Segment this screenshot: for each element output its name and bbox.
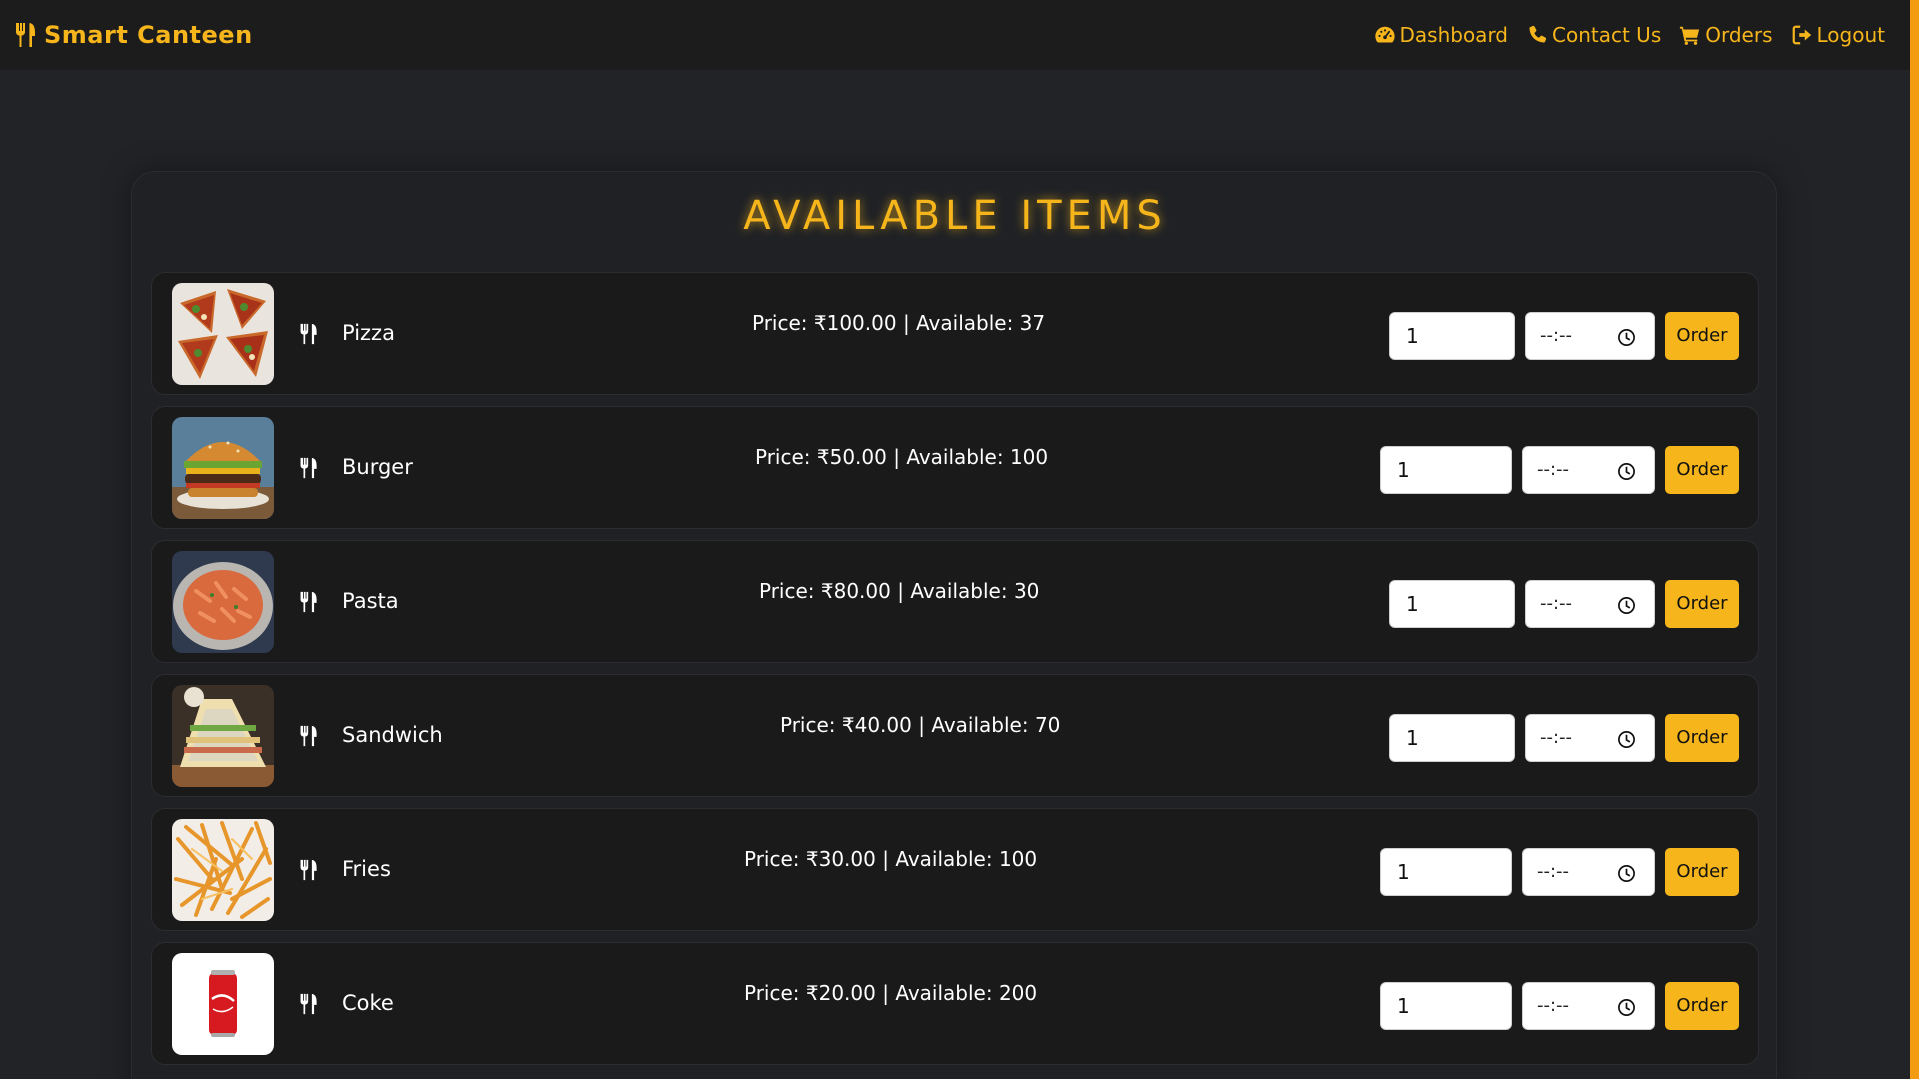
fries-image [172, 819, 274, 921]
clock-icon[interactable] [1617, 730, 1636, 749]
navbar: Smart Canteen Dashboard Contact Us Order… [0, 0, 1910, 70]
brand[interactable]: Smart Canteen [14, 21, 253, 49]
gauge-icon [1374, 26, 1395, 43]
list-item: Sandwich Price: ₹40.00 | Available: 70 1… [151, 674, 1759, 797]
order-button[interactable]: Order [1665, 312, 1739, 360]
sandwich-image [172, 685, 274, 787]
clock-icon[interactable] [1617, 462, 1636, 481]
pickup-time-input[interactable]: --:-- [1522, 982, 1655, 1030]
phone-icon [1529, 25, 1547, 43]
page-title: AVAILABLE ITEMS [743, 193, 1167, 239]
item-price-availability: Price: ₹50.00 | Available: 100 [755, 445, 1049, 469]
clock-icon[interactable] [1617, 596, 1636, 615]
utensils-icon [300, 993, 317, 1015]
order-button[interactable]: Order [1665, 848, 1739, 896]
utensils-icon [16, 23, 35, 47]
time-placeholder: --:-- [1537, 995, 1570, 1016]
pickup-time-input[interactable]: --:-- [1525, 580, 1655, 628]
clock-icon[interactable] [1617, 864, 1636, 883]
pickup-time-input[interactable]: --:-- [1525, 312, 1655, 360]
cart-icon [1680, 26, 1700, 45]
order-button[interactable]: Order [1665, 446, 1739, 494]
nav-orders-label: Orders [1705, 23, 1773, 47]
nav-dashboard[interactable]: Dashboard [1374, 23, 1509, 47]
scrollbar[interactable] [1910, 0, 1919, 1079]
item-price-availability: Price: ₹100.00 | Available: 37 [752, 311, 1046, 335]
quantity-input[interactable]: 1 [1380, 446, 1512, 494]
time-placeholder: --:-- [1540, 325, 1573, 346]
time-placeholder: --:-- [1540, 593, 1573, 614]
item-name: Pizza [342, 321, 395, 345]
item-name: Coke [342, 991, 394, 1015]
quantity-input[interactable]: 1 [1380, 848, 1512, 896]
order-button[interactable]: Order [1665, 714, 1739, 762]
utensils-icon [300, 323, 317, 345]
quantity-input[interactable]: 1 [1389, 580, 1515, 628]
list-item: Burger Price: ₹50.00 | Available: 100 1 … [151, 406, 1759, 529]
pizza-image [172, 283, 274, 385]
item-price-availability: Price: ₹80.00 | Available: 30 [759, 579, 1040, 603]
nav-contact[interactable]: Contact Us [1526, 23, 1661, 47]
time-placeholder: --:-- [1537, 459, 1570, 480]
item-price-availability: Price: ₹20.00 | Available: 200 [744, 981, 1038, 1005]
pickup-time-input[interactable]: --:-- [1525, 714, 1655, 762]
list-item: Coke Price: ₹20.00 | Available: 200 1 --… [151, 942, 1759, 1065]
brand-name: Smart Canteen [44, 21, 253, 49]
list-item: Pasta Price: ₹80.00 | Available: 30 1 --… [151, 540, 1759, 663]
order-button[interactable]: Order [1665, 982, 1739, 1030]
list-item: Pizza Price: ₹100.00 | Available: 37 1 -… [151, 272, 1759, 395]
coke-image [172, 953, 274, 1055]
nav-contact-label: Contact Us [1552, 23, 1662, 47]
burger-image [172, 417, 274, 519]
clock-icon[interactable] [1617, 998, 1636, 1017]
time-placeholder: --:-- [1540, 727, 1573, 748]
item-name: Fries [342, 857, 391, 881]
nav-dashboard-label: Dashboard [1399, 23, 1509, 47]
pasta-image [172, 551, 274, 653]
nav-logout-label: Logout [1816, 23, 1885, 47]
nav-orders[interactable]: Orders [1679, 23, 1773, 47]
nav-links: Dashboard Contact Us Orders Logout [1374, 23, 1885, 47]
pickup-time-input[interactable]: --:-- [1522, 446, 1655, 494]
item-name: Pasta [342, 589, 399, 613]
quantity-input[interactable]: 1 [1389, 312, 1515, 360]
nav-logout[interactable]: Logout [1791, 23, 1885, 47]
item-price-availability: Price: ₹30.00 | Available: 100 [744, 847, 1038, 871]
item-name: Sandwich [342, 723, 443, 747]
time-placeholder: --:-- [1537, 861, 1570, 882]
utensils-icon [300, 859, 317, 881]
quantity-input[interactable]: 1 [1380, 982, 1512, 1030]
utensils-icon [300, 725, 317, 747]
clock-icon[interactable] [1617, 328, 1636, 347]
utensils-icon [300, 457, 317, 479]
utensils-icon [300, 591, 317, 613]
order-button[interactable]: Order [1665, 580, 1739, 628]
list-item: Fries Price: ₹30.00 | Available: 100 1 -… [151, 808, 1759, 931]
quantity-input[interactable]: 1 [1389, 714, 1515, 762]
item-price-availability: Price: ₹40.00 | Available: 70 [780, 713, 1061, 737]
item-name: Burger [342, 455, 413, 479]
pickup-time-input[interactable]: --:-- [1522, 848, 1655, 896]
logout-icon [1792, 25, 1811, 45]
